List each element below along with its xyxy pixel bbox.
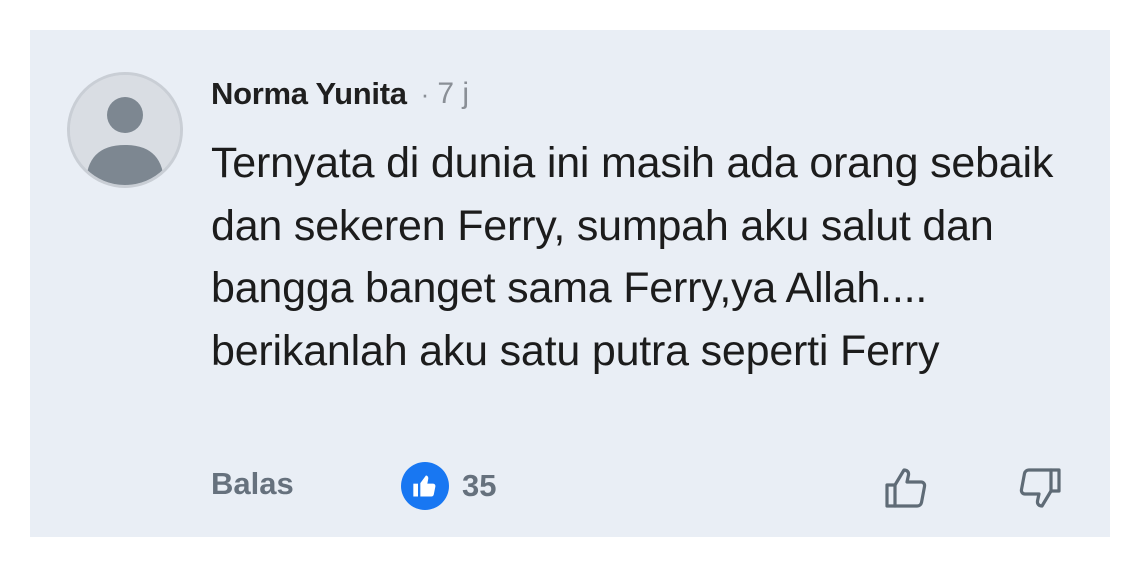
thumb-down-icon[interactable] (1016, 464, 1064, 512)
separator-dot: · (420, 78, 430, 109)
user-silhouette-icon (70, 75, 180, 185)
author-name[interactable]: Norma Yunita (211, 76, 407, 112)
comment-header: Norma Yunita · 7 j (211, 74, 469, 114)
avatar[interactable] (67, 72, 183, 188)
comment-actions: Balas 35 (30, 460, 1110, 512)
like-reaction-icon (401, 462, 449, 510)
timestamp: 7 j (437, 77, 470, 110)
reply-button[interactable]: Balas (211, 466, 294, 502)
thumb-up-icon[interactable] (882, 464, 930, 512)
comment-body: Ternyata di dunia ini masih ada orang se… (211, 139, 1054, 375)
reaction-summary[interactable]: 35 (401, 460, 496, 512)
like-count: 35 (462, 468, 497, 503)
comment-card: Norma Yunita · 7 j Ternyata di dunia ini… (30, 30, 1110, 537)
